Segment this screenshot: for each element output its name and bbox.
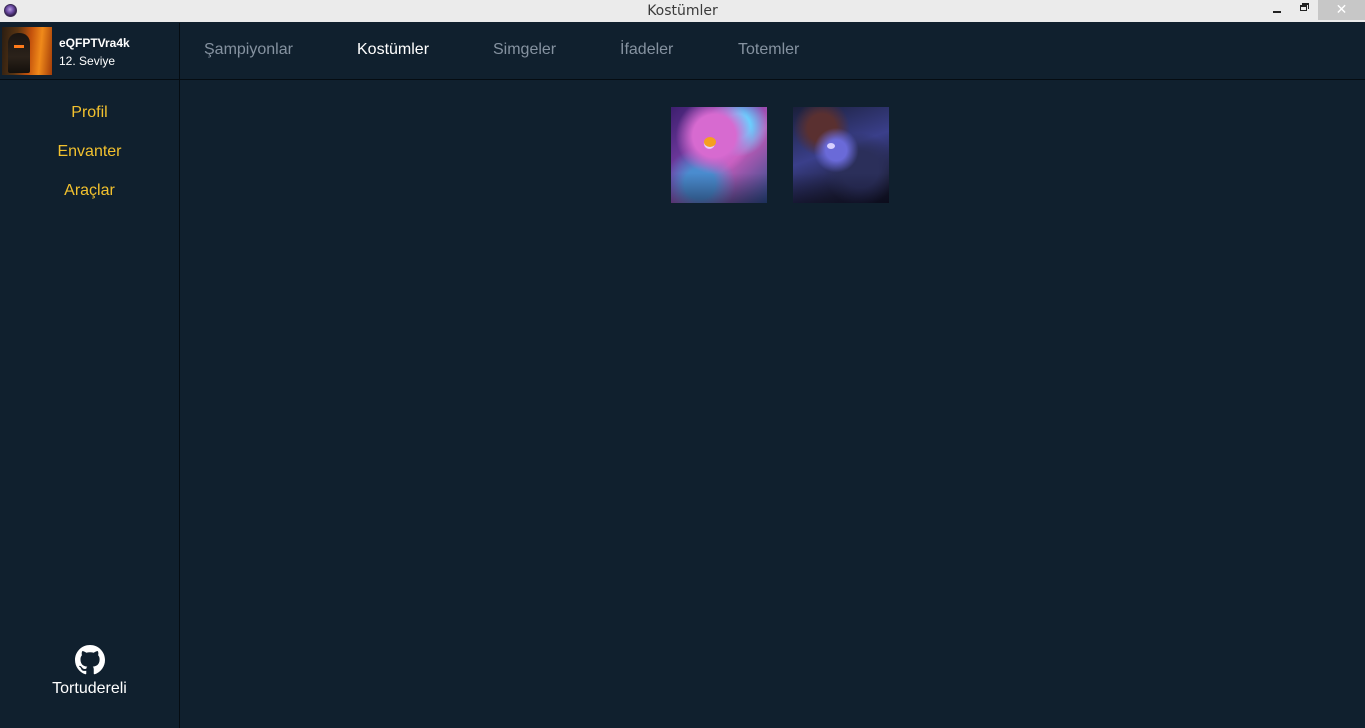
github-username: Tortudereli [52,680,127,697]
github-link[interactable]: Tortudereli [0,645,179,698]
top-tabs: Şampiyonlar Kostümler Simgeler İfadeler … [180,23,1365,80]
title-bar: Kostümler ✕ [0,0,1365,22]
tab-totemler[interactable]: Totemler [738,41,799,59]
avatar-figure [8,33,30,73]
sidebar-item-envanter[interactable]: Envanter [0,140,179,179]
avatar-eye [14,45,24,48]
github-icon [74,645,105,675]
tab-kostumler[interactable]: Kostümler [357,41,429,59]
skin-eye [827,143,835,149]
sidebar: eQFPTVra4k 12. Seviye Profil Envanter Ar… [0,23,180,728]
skin-tile[interactable] [793,107,889,203]
side-nav: Profil Envanter Araçlar [0,101,179,218]
restore-button[interactable] [1291,0,1318,20]
sidebar-item-araclar[interactable]: Araçlar [0,179,179,218]
minimize-icon [1273,11,1281,13]
tab-ifadeler[interactable]: İfadeler [620,41,673,59]
player-level: 12. Seviye [59,54,116,68]
close-icon: ✕ [1335,2,1348,18]
sidebar-item-profil[interactable]: Profil [0,101,179,140]
avatar[interactable] [2,27,52,75]
window-title: Kostümler [647,3,718,19]
skin-eye [704,137,716,147]
profile-header: eQFPTVra4k 12. Seviye [0,23,179,80]
skin-tile[interactable] [671,107,767,203]
minimize-button[interactable] [1263,0,1291,20]
skin-shade [793,173,889,203]
tab-simgeler[interactable]: Simgeler [493,41,556,59]
skin-shade [671,173,767,203]
username: eQFPTVra4k [59,36,130,50]
tab-sampiyonlar[interactable]: Şampiyonlar [204,41,293,59]
close-button[interactable]: ✕ [1318,0,1365,20]
skins-grid [180,80,1365,728]
